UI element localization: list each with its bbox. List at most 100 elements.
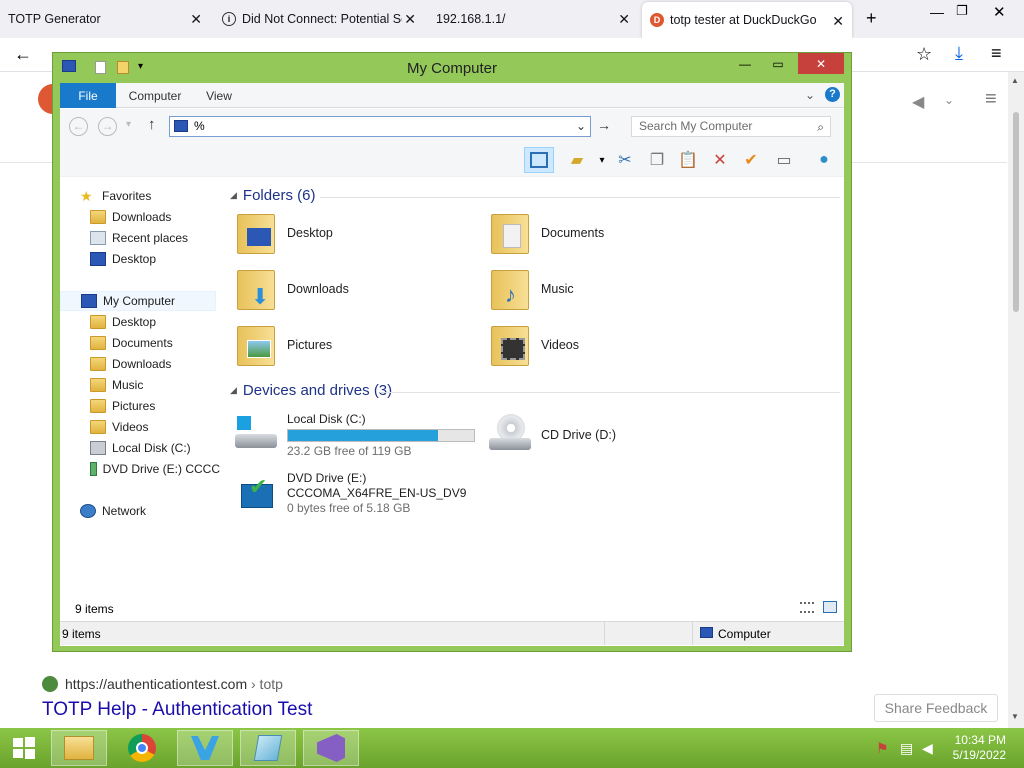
folder-icon [90, 210, 106, 224]
computer-icon [700, 627, 713, 638]
nav-favorites[interactable]: ★ Favorites [80, 186, 151, 206]
drive-free-space: 23.2 GB free of 119 GB [287, 443, 412, 458]
check-icon[interactable]: ✔ [739, 148, 763, 172]
tab-view[interactable]: View [194, 83, 244, 108]
up-icon[interactable]: ↑ [148, 116, 156, 133]
search-input[interactable]: Search My Computer ⌕ [631, 116, 831, 137]
nav-my-computer[interactable]: My Computer [60, 291, 216, 311]
nav-videos[interactable]: Videos [90, 417, 148, 437]
explorer-body: File Computer View ⌄ ? ← → ▾ ↑ % ⌄ → Sea… [60, 83, 844, 646]
details-view-icon[interactable] [800, 602, 814, 613]
menu-icon[interactable]: ≡ [985, 88, 997, 111]
nav-desktop[interactable]: Desktop [90, 312, 156, 332]
recent-locations-icon[interactable]: ▾ [126, 119, 131, 130]
chevron-down-icon[interactable]: ⌄ [805, 88, 815, 102]
nav-documents[interactable]: Documents [90, 333, 173, 353]
tab-duckduckgo[interactable]: D totp tester at DuckDuckGo ✕ [642, 2, 852, 38]
maximize-icon[interactable]: ▭ [763, 53, 793, 74]
tab-totp-generator[interactable]: TOTP Generator ✕ [0, 0, 210, 38]
dvd-install-icon: ✔ [235, 470, 277, 516]
taskbar-visual-studio[interactable] [303, 730, 359, 766]
share-feedback-button[interactable]: Share Feedback [874, 694, 998, 722]
volume-icon[interactable]: ◀ [922, 740, 933, 757]
large-icons-view-icon[interactable] [823, 601, 837, 613]
folder-downloads[interactable]: ⬇ Downloads [235, 261, 349, 317]
cut-icon[interactable]: ✂ [613, 148, 637, 172]
delete-icon[interactable]: ✕ [708, 148, 732, 172]
taskbar-notepad[interactable] [240, 730, 296, 766]
folder-desktop[interactable]: Desktop [235, 205, 333, 261]
tab-computer[interactable]: Computer [120, 83, 190, 108]
nav-fav-downloads[interactable]: Downloads [90, 207, 171, 227]
nav-downloads[interactable]: Downloads [90, 354, 171, 374]
close-button[interactable]: ✕ [798, 53, 844, 74]
pictures-folder-icon [235, 322, 277, 368]
back-icon[interactable]: ← [69, 117, 88, 136]
close-icon[interactable]: ✕ [404, 11, 416, 28]
folder-videos[interactable]: Videos [489, 317, 579, 373]
chevron-down-icon[interactable]: ▾ [590, 148, 614, 172]
folder-pictures[interactable]: Pictures [235, 317, 332, 373]
drive-local-disk-c[interactable]: Local Disk (C:) 23.2 GB free of 119 GB [235, 407, 475, 463]
menu-icon[interactable]: ≡ [991, 43, 1002, 64]
drive-dvd-e[interactable]: ✔ DVD Drive (E:) CCCOMA_X64FRE_EN-US_DV9… [235, 463, 466, 523]
new-tab-icon[interactable]: + [866, 8, 877, 29]
star-icon[interactable]: ☆ [916, 44, 932, 65]
divider [380, 392, 840, 393]
rename-icon[interactable]: ▭ [772, 148, 796, 172]
folder-label: Pictures [287, 338, 333, 352]
clock[interactable]: 10:34 PM 5/19/2022 [953, 733, 1006, 763]
nav-fav-recent[interactable]: Recent places [90, 228, 188, 248]
title-bar[interactable]: ▾ My Computer — ▭ ✕ [53, 53, 851, 83]
collapse-icon[interactable]: ◢ [230, 385, 237, 396]
chevron-down-icon[interactable]: ⌄ [576, 117, 586, 136]
result-url[interactable]: https://authenticationtest.com › totp [65, 676, 283, 692]
forward-icon[interactable]: → [98, 117, 117, 136]
tab-did-not-connect[interactable]: i Did Not Connect: Potential Se ✕ [214, 0, 424, 38]
close-icon[interactable]: ✕ [832, 13, 844, 30]
folders-group-header[interactable]: ◢ Folders (6) [230, 187, 315, 204]
minimize-icon[interactable]: — [930, 4, 944, 20]
nav-dvd-drive[interactable]: DVD Drive (E:) CCCC [90, 459, 220, 479]
folder-options-icon[interactable]: ▰ [565, 148, 589, 172]
drive-cd-d[interactable]: CD Drive (D:) [489, 407, 616, 463]
taskbar-file-explorer[interactable] [51, 730, 107, 766]
scrollbar[interactable]: ▲ ▼ [1008, 72, 1024, 728]
copy-icon[interactable]: ❐ [645, 148, 669, 172]
tab-file[interactable]: File [60, 83, 116, 108]
download-icon[interactable]: ⤓ [955, 43, 963, 64]
folder-music[interactable]: ♪ Music [489, 261, 574, 317]
nav-network[interactable]: Network [80, 501, 146, 521]
nav-music[interactable]: Music [90, 375, 143, 395]
clock-date: 5/19/2022 [952, 748, 1006, 762]
nav-pictures[interactable]: Pictures [90, 396, 155, 416]
tab-router[interactable]: 192.168.1.1/ ✕ [428, 0, 638, 38]
preview-pane-icon[interactable] [524, 147, 554, 173]
folder-icon [90, 336, 106, 350]
action-center-icon[interactable]: ⚑ [876, 740, 889, 757]
collapse-icon[interactable]: ◢ [230, 190, 237, 201]
start-button[interactable] [0, 730, 48, 766]
go-icon[interactable]: → [597, 117, 611, 133]
nav-fav-desktop[interactable]: Desktop [90, 249, 156, 269]
globe-icon[interactable]: ● [812, 148, 836, 172]
folder-documents[interactable]: Documents [489, 205, 604, 261]
close-icon[interactable]: ✕ [618, 11, 630, 28]
address-input[interactable]: % ⌄ [169, 116, 591, 137]
chevron-down-icon[interactable]: ⌄ [944, 93, 954, 107]
back-icon[interactable]: ← [14, 44, 32, 65]
close-icon[interactable]: ✕ [190, 11, 202, 28]
close-icon[interactable]: ✕ [993, 3, 1006, 21]
drives-group-header[interactable]: ◢ Devices and drives (3) [230, 382, 392, 399]
paste-icon[interactable]: 📋 [676, 148, 700, 172]
taskbar-app[interactable] [177, 730, 233, 766]
taskbar-chrome[interactable] [114, 730, 170, 766]
network-icon[interactable]: ▤ [900, 740, 913, 757]
help-icon[interactable]: ? [825, 87, 840, 102]
restore-icon[interactable]: ❐ [956, 3, 968, 19]
result-title[interactable]: TOTP Help - Authentication Test [42, 699, 312, 721]
notepad-icon [253, 735, 283, 761]
megaphone-icon[interactable]: ◀ [912, 92, 924, 112]
nav-local-disk[interactable]: Local Disk (C:) [90, 438, 191, 458]
minimize-icon[interactable]: — [730, 53, 760, 74]
